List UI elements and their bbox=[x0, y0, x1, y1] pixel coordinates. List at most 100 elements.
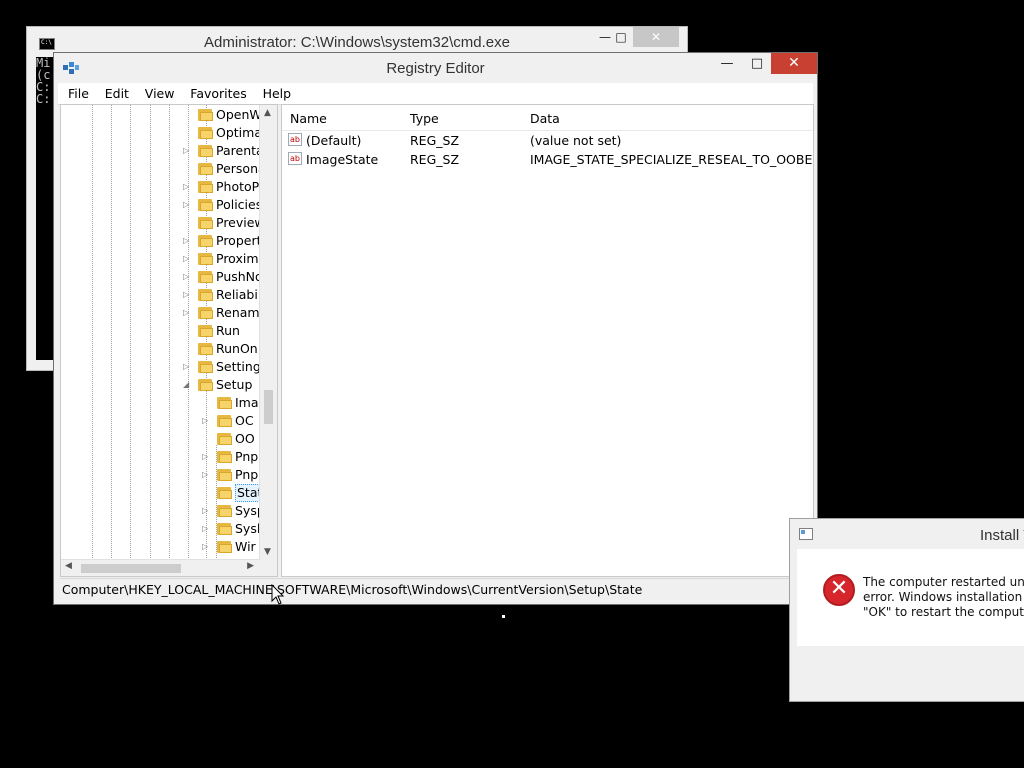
tree-item[interactable]: Persona bbox=[61, 160, 266, 178]
expand-arrow-icon[interactable]: ▷ bbox=[202, 466, 210, 484]
tree-item[interactable]: ▷ Parenta bbox=[61, 142, 264, 160]
tree-item[interactable]: ▷ Proxim bbox=[61, 250, 261, 268]
tree-item[interactable]: ▷ Wir bbox=[61, 538, 261, 556]
tree-item[interactable]: Run bbox=[61, 322, 261, 340]
folder-icon bbox=[217, 486, 233, 499]
scroll-thumb[interactable] bbox=[81, 564, 181, 573]
scroll-up-arrow-icon[interactable]: ▲ bbox=[264, 108, 271, 118]
menu-favorites[interactable]: Favorites bbox=[184, 83, 252, 104]
tree-item[interactable]: ▷ OC bbox=[61, 412, 261, 430]
tree-item-label: Setting bbox=[216, 359, 261, 374]
message-line: "OK" to restart the computer, a bbox=[863, 605, 1024, 619]
screen-dot bbox=[502, 615, 505, 618]
expand-arrow-icon[interactable]: ▷ bbox=[183, 304, 191, 322]
expand-arrow-icon[interactable]: ▷ bbox=[183, 232, 191, 250]
tree-item[interactable]: Stat bbox=[61, 484, 265, 502]
column-type-header[interactable]: Type bbox=[410, 111, 439, 126]
tree-item-label: RunOn bbox=[216, 341, 258, 356]
menu-help[interactable]: Help bbox=[257, 83, 298, 104]
tree-item-label: Renam bbox=[216, 305, 260, 320]
key-tree[interactable]: OpenW Optima ▷ Parenta Persona ▷ PhotoP ▷ Polici… bbox=[60, 104, 278, 577]
value-data: IMAGE_STATE_SPECIALIZE_RESEAL_TO_OOBE bbox=[530, 152, 813, 167]
column-name-header[interactable]: Name bbox=[290, 111, 327, 126]
tree-item[interactable]: ▷ PhotoP bbox=[61, 178, 261, 196]
install-error-dialog[interactable]: Install V ✕ The computer restarted unexp… bbox=[789, 518, 1024, 702]
tree-item[interactable]: ▷ Sysl bbox=[61, 520, 261, 538]
tree-item[interactable]: Preview bbox=[61, 214, 265, 232]
expand-arrow-icon[interactable]: ▷ bbox=[183, 250, 191, 268]
expand-arrow-icon[interactable]: ▷ bbox=[202, 520, 210, 538]
folder-icon bbox=[198, 180, 214, 193]
expand-arrow-icon[interactable]: ▷ bbox=[202, 502, 210, 520]
values-list[interactable]: Name Type Data ab (Default) REG_SZ (valu… bbox=[281, 104, 814, 577]
maximize-button[interactable]: □ bbox=[744, 53, 770, 74]
folder-icon bbox=[198, 360, 214, 373]
tree-item[interactable]: ▷ Propert bbox=[61, 232, 262, 250]
tree-item[interactable]: ▷ Setting bbox=[61, 358, 261, 376]
expand-arrow-icon[interactable]: ▷ bbox=[183, 142, 191, 160]
folder-icon bbox=[217, 504, 233, 517]
scroll-thumb[interactable] bbox=[264, 390, 273, 424]
folder-icon bbox=[198, 162, 214, 175]
minimize-button[interactable]: — bbox=[714, 53, 740, 74]
tree-item[interactable]: ▷ Renam bbox=[61, 304, 261, 322]
folder-icon bbox=[217, 414, 233, 427]
tree-item-label: PhotoP bbox=[216, 179, 260, 194]
value-row[interactable]: ab (Default) REG_SZ (value not set) bbox=[282, 131, 813, 150]
folder-icon bbox=[198, 126, 214, 139]
error-icon: ✕ bbox=[823, 574, 855, 606]
tree-item[interactable]: RunOn bbox=[61, 340, 261, 358]
cmd-close-button[interactable]: ✕ bbox=[633, 27, 679, 47]
dialog-body: ✕ The computer restarted unexpe error. W… bbox=[797, 549, 1024, 646]
message-line: The computer restarted unexpe bbox=[863, 575, 1024, 589]
dialog-title: Install V bbox=[980, 527, 1024, 544]
scroll-right-arrow-icon[interactable]: ▶ bbox=[247, 561, 254, 571]
value-row[interactable]: ab ImageState REG_SZ IMAGE_STATE_SPECIAL… bbox=[282, 150, 813, 169]
expand-arrow-icon[interactable]: ▷ bbox=[183, 178, 191, 196]
folder-icon bbox=[198, 234, 214, 247]
expand-arrow-icon[interactable]: ▷ bbox=[183, 358, 191, 376]
expand-arrow-icon[interactable]: ▷ bbox=[183, 286, 191, 304]
tree-item[interactable]: ▷ Policies bbox=[61, 196, 262, 214]
tree-item[interactable]: ▷ PushNo bbox=[61, 268, 263, 286]
values-header: Name Type Data bbox=[282, 105, 813, 131]
tree-item[interactable]: ▷ Sysp bbox=[61, 502, 265, 520]
tree-item-label: Parenta bbox=[216, 143, 264, 158]
registry-editor-window[interactable]: Registry Editor — □ ✕ File Edit View Fav… bbox=[53, 52, 818, 605]
scroll-down-arrow-icon[interactable]: ▼ bbox=[264, 547, 271, 557]
tree-item[interactable]: Ima bbox=[61, 394, 261, 412]
folder-icon bbox=[198, 144, 214, 157]
menu-file[interactable]: File bbox=[58, 83, 95, 104]
expand-arrow-icon[interactable]: ▷ bbox=[202, 448, 210, 466]
column-data-header[interactable]: Data bbox=[530, 111, 560, 126]
expand-arrow-icon[interactable]: ▷ bbox=[183, 196, 191, 214]
tree-item[interactable]: ◢ Setup bbox=[61, 376, 261, 394]
status-bar-path: Computer\HKEY_LOCAL_MACHINE\SOFTWARE\Mic… bbox=[60, 578, 815, 601]
tree-item[interactable]: ▷ Pnp bbox=[61, 448, 261, 466]
tree-item[interactable]: ▷ Reliabil bbox=[61, 286, 261, 304]
folder-icon bbox=[198, 108, 214, 121]
tree-item-label: Propert bbox=[216, 233, 262, 248]
scroll-left-arrow-icon[interactable]: ◀ bbox=[65, 561, 72, 571]
tree-item[interactable]: OO bbox=[61, 430, 261, 448]
scroll-corner bbox=[260, 560, 277, 576]
tree-item[interactable]: Optima bbox=[61, 124, 262, 142]
menu-view[interactable]: View bbox=[139, 83, 181, 104]
tree-item-label: OpenW bbox=[216, 107, 262, 122]
tree-horizontal-scrollbar[interactable]: ◀ ▶ bbox=[61, 559, 260, 576]
expand-arrow-icon[interactable]: ▷ bbox=[183, 268, 191, 286]
menu-edit[interactable]: Edit bbox=[99, 83, 135, 104]
tree-item-label: Reliabil bbox=[216, 287, 262, 302]
tree-vertical-scrollbar[interactable]: ▲ ▼ bbox=[259, 105, 277, 560]
folder-icon bbox=[217, 540, 233, 553]
close-button[interactable]: ✕ bbox=[771, 53, 817, 74]
folder-icon bbox=[198, 216, 214, 229]
expand-arrow-icon[interactable]: ▷ bbox=[202, 538, 210, 556]
tree-item[interactable]: OpenW bbox=[61, 106, 262, 124]
folder-icon bbox=[198, 342, 214, 355]
collapse-arrow-icon[interactable]: ◢ bbox=[183, 376, 191, 394]
regedit-titlebar[interactable]: Registry Editor — □ ✕ bbox=[54, 53, 817, 83]
tree-item-label: OO bbox=[235, 431, 255, 446]
tree-item[interactable]: ▷ Pnp bbox=[61, 466, 261, 484]
expand-arrow-icon[interactable]: ▷ bbox=[202, 412, 210, 430]
